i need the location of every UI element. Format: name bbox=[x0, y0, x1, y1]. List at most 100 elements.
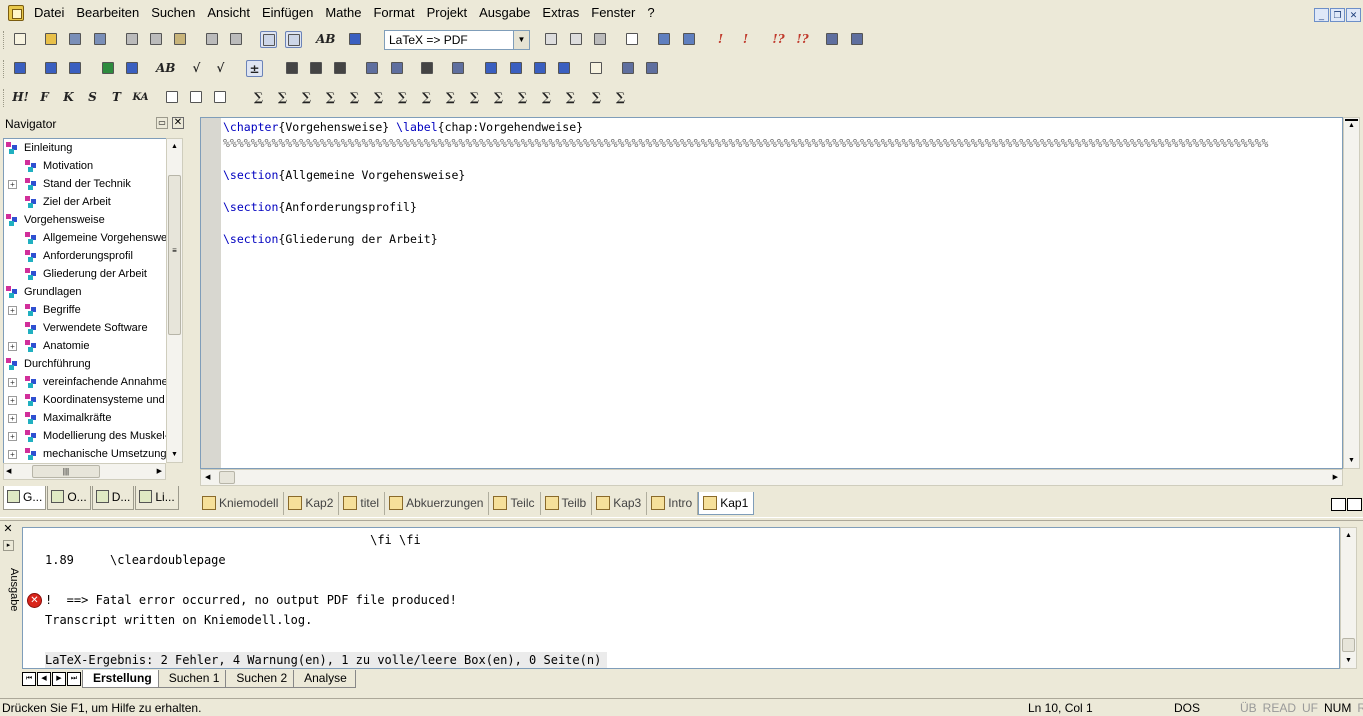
toolbar-tree-icon[interactable] bbox=[12, 60, 29, 77]
navigator-vertical-scrollbar[interactable]: ▲ ≡ ▼ bbox=[166, 138, 183, 463]
app-icon[interactable] bbox=[8, 5, 24, 21]
split-left-icon[interactable] bbox=[1331, 498, 1346, 511]
toolbar-paste-icon[interactable] bbox=[172, 31, 189, 48]
toolbar-arr-icon[interactable] bbox=[389, 60, 406, 77]
output-vertical-scrollbar[interactable]: ▲ ▼ bbox=[1340, 527, 1357, 669]
toolbar-pen-icon[interactable] bbox=[532, 60, 549, 77]
panel-close-icon[interactable]: ✕ bbox=[172, 117, 184, 129]
toolbar-KA-icon[interactable]: KA bbox=[132, 89, 149, 106]
toolbar-m-icon[interactable]: ∑ bbox=[298, 89, 315, 106]
toolbar-m-icon[interactable]: ∑ bbox=[514, 89, 531, 106]
toolbar-grid-icon[interactable] bbox=[656, 31, 673, 48]
toolbar-grid-icon[interactable] bbox=[681, 31, 698, 48]
toolbar-list-icon[interactable] bbox=[43, 60, 60, 77]
menu-item[interactable]: Datei bbox=[28, 5, 70, 21]
menu-item[interactable]: ? bbox=[641, 5, 660, 21]
toolbar-m-icon[interactable]: ∑ bbox=[588, 89, 605, 106]
navigator-tab[interactable]: G... bbox=[3, 486, 47, 510]
output-pin-icon[interactable]: ▸ bbox=[3, 540, 14, 551]
toolbar-K-icon[interactable]: K bbox=[60, 89, 77, 106]
document-tab[interactable]: Intro bbox=[647, 492, 699, 515]
toolbar-H-icon[interactable]: H! bbox=[12, 89, 29, 106]
toolbar-T-icon[interactable]: T bbox=[108, 89, 125, 106]
toolbar-m-icon[interactable]: ∑ bbox=[490, 89, 507, 106]
expand-icon[interactable]: + bbox=[8, 378, 17, 387]
toolbar-pen-icon[interactable] bbox=[556, 60, 573, 77]
toolbar-build-icon[interactable] bbox=[543, 31, 560, 48]
navigator-tab[interactable]: D... bbox=[91, 486, 135, 510]
toolbar-arr-icon[interactable] bbox=[849, 31, 866, 48]
toolbar-binoc-icon[interactable] bbox=[308, 60, 325, 77]
toolbar-m-icon[interactable]: ∑ bbox=[370, 89, 387, 106]
toolbar-ab-icon[interactable]: AB bbox=[156, 60, 175, 77]
toolbar-m-icon[interactable]: ∑ bbox=[466, 89, 483, 106]
minimize-icon[interactable]: _ bbox=[1314, 8, 1329, 22]
toolbar-m-icon[interactable]: ∑ bbox=[322, 89, 339, 106]
toolbar-copy-icon[interactable] bbox=[148, 31, 165, 48]
panel-menu-icon[interactable]: ▭ bbox=[156, 117, 168, 129]
toolbar-m-icon[interactable]: ∑ bbox=[442, 89, 459, 106]
first-tab-icon[interactable]: ⏮ bbox=[22, 671, 36, 686]
toolbar-m-icon[interactable]: ∑ bbox=[418, 89, 435, 106]
toolbar-arr-icon[interactable] bbox=[824, 31, 841, 48]
expand-icon[interactable]: + bbox=[8, 342, 17, 351]
code-line[interactable]: \chapter{Vorgehensweise} \label{chap:Vor… bbox=[223, 119, 583, 135]
menu-item[interactable]: Einfügen bbox=[256, 5, 319, 21]
toolbar-align-icon[interactable] bbox=[164, 89, 181, 106]
code-line[interactable]: \section{Anforderungsprofil} bbox=[223, 199, 417, 215]
expand-icon[interactable]: + bbox=[8, 432, 17, 441]
document-tab[interactable]: Abkuerzungen bbox=[385, 492, 490, 515]
code-line[interactable]: \section{Gliederung der Arbeit} bbox=[223, 231, 438, 247]
toolbar-m-icon[interactable]: ∑ bbox=[538, 89, 555, 106]
toolbar-doc-icon[interactable] bbox=[12, 31, 29, 48]
structure-tree[interactable]: Einleitung Motivation + Stand der Technik Zi… bbox=[3, 138, 166, 463]
toolbar-m-icon[interactable]: ∑ bbox=[346, 89, 363, 106]
output-tab[interactable]: Suchen 2 bbox=[225, 669, 297, 688]
code-line[interactable]: \section{Allgemeine Vorgehensweise} bbox=[223, 167, 465, 183]
document-tab[interactable]: titel bbox=[339, 492, 386, 515]
menu-item[interactable]: Ausgabe bbox=[473, 5, 536, 21]
toolbar-m-icon[interactable]: ∑ bbox=[250, 89, 267, 106]
toolbar-doc-icon[interactable] bbox=[588, 60, 605, 77]
output-tab[interactable]: Analyse bbox=[293, 669, 356, 688]
toolbar-arr-icon[interactable] bbox=[644, 60, 661, 77]
menu-item[interactable]: Projekt bbox=[421, 5, 473, 21]
toolbar-q-icon[interactable]: !? bbox=[770, 31, 787, 48]
output-log[interactable]: ✕ \fi \fi 1.89 \cleardoublepage ! ==> Fata… bbox=[22, 527, 1340, 669]
menu-item[interactable]: Ansicht bbox=[201, 5, 256, 21]
menu-item[interactable]: Mathe bbox=[319, 5, 367, 21]
close-icon[interactable]: ✕ bbox=[1346, 8, 1361, 22]
navigator-tab[interactable]: O... bbox=[47, 486, 91, 510]
toolbar-m-icon[interactable]: ∑ bbox=[612, 89, 629, 106]
toolbar-m-icon[interactable]: ∑ bbox=[274, 89, 291, 106]
navigator-tab[interactable]: Li... bbox=[135, 486, 179, 510]
document-tab[interactable]: Kniemodell bbox=[198, 492, 285, 515]
document-tab[interactable]: Kap3 bbox=[592, 492, 648, 515]
prev-tab-icon[interactable]: ◀ bbox=[37, 671, 51, 686]
panel-divider[interactable] bbox=[0, 517, 1363, 521]
document-tab[interactable]: Teilb bbox=[541, 492, 593, 515]
split-right-icon[interactable] bbox=[1347, 498, 1362, 511]
output-tab[interactable]: Erstellung bbox=[82, 669, 161, 688]
toolbar-binoc-icon[interactable] bbox=[419, 60, 436, 77]
toolbar-arr-icon[interactable] bbox=[620, 60, 637, 77]
menu-item[interactable]: Bearbeiten bbox=[70, 5, 145, 21]
editor-vertical-scrollbar[interactable]: ▲ ▼ bbox=[1343, 117, 1360, 469]
toolbar-undo-icon[interactable] bbox=[204, 31, 221, 48]
toolbar-save-icon[interactable] bbox=[67, 31, 84, 48]
output-tab[interactable]: Suchen 1 bbox=[157, 669, 229, 688]
toolbar-table-icon[interactable] bbox=[124, 60, 141, 77]
chevron-down-icon[interactable]: ▼ bbox=[513, 31, 529, 49]
toolbar-cut-icon[interactable] bbox=[124, 31, 141, 48]
toolbar-ab-icon[interactable]: AB bbox=[316, 31, 335, 48]
toolbar-sqrt-icon[interactable]: √ bbox=[212, 60, 229, 77]
last-tab-icon[interactable]: ⏭ bbox=[67, 671, 81, 686]
toolbar-viewp-icon[interactable] bbox=[285, 31, 302, 48]
toolbar-pen-icon[interactable] bbox=[508, 60, 525, 77]
document-tab[interactable]: Kap2 bbox=[284, 492, 340, 515]
editor-horizontal-scrollbar[interactable]: ◀ ▶ bbox=[200, 469, 1343, 486]
toolbar-pen-icon[interactable] bbox=[483, 60, 500, 77]
output-close-icon[interactable]: ✕ bbox=[2, 524, 14, 536]
toolbar-run-icon[interactable] bbox=[568, 31, 585, 48]
toolbar-preview-icon[interactable] bbox=[624, 31, 641, 48]
